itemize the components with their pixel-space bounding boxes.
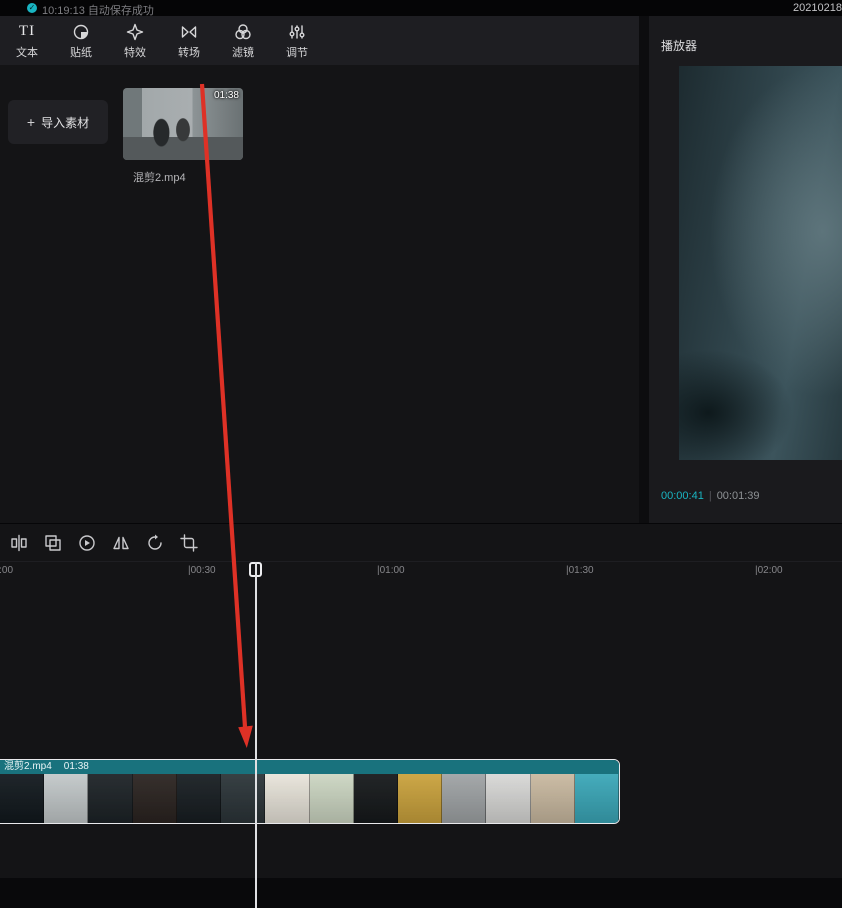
sticker-icon [71,22,91,42]
project-name-text: 20210218 [793,2,842,14]
playhead-line[interactable] [255,562,257,908]
text-icon: TI [19,22,35,42]
timeline-clip-name: 混剪2.mp4 [4,760,52,774]
filmstrip-frame[interactable] [486,774,530,824]
toolbar-item-label: 贴纸 [70,44,92,60]
toolbar-item-label: 文本 [16,44,38,60]
filmstrip-frame[interactable] [575,774,619,824]
filmstrip-frame[interactable] [310,774,354,824]
media-duration-badge: 01:38 [214,90,239,101]
ruler-label: |02:00 [755,565,783,576]
player-video-preview [679,66,842,460]
filmstrip-frame[interactable] [531,774,575,824]
timeline-clip-header: 混剪2.mp4 01:38 [0,760,619,774]
ruler-label: 00:00 [0,565,13,576]
titlebar: ✓ 10:19:13 自动保存成功 20210218 [0,0,842,16]
rotate-icon[interactable] [144,532,166,554]
plus-icon: + [27,114,35,130]
toolbar-item-label: 转场 [178,44,200,60]
freeze-frame-icon[interactable] [42,532,64,554]
timeline-clip[interactable]: 混剪2.mp4 01:38 [0,759,620,824]
ruler-label: |01:00 [377,565,405,576]
player-title: 播放器 [661,37,697,54]
effects-icon [125,22,145,42]
filmstrip-frame[interactable] [354,774,398,824]
toolbar-item-label: 特效 [124,44,146,60]
timeline-panel: 00:00 |00:30 |01:00 |01:30 |02:00 混剪2.mp4 01… [0,523,842,908]
player-current-time: 00:00:41 [661,490,704,502]
filmstrip-frame[interactable] [221,774,265,824]
split-icon[interactable] [8,532,30,554]
crop-icon[interactable] [178,532,200,554]
filmstrip-frame[interactable] [442,774,486,824]
filmstrip-frame[interactable] [265,774,309,824]
top-toolbar: TI 文本 贴纸 特效 [0,16,639,65]
media-filename: 混剪2.mp4 [133,169,186,185]
player-timecode: 00:00:41 | 00:01:39 [661,490,760,502]
filmstrip-frame[interactable] [0,774,44,824]
player-panel: 播放器 00:00:41 | 00:01:39 [649,16,842,523]
media-panel: + 导入素材 01:38 混剪2.mp4 [0,65,639,523]
import-media-label: 导入素材 [41,114,89,131]
toolbar-item-transition[interactable]: 转场 [162,22,216,60]
autosave-status-text: 10:19:13 自动保存成功 [42,2,154,18]
filmstrip-frame[interactable] [177,774,221,824]
media-thumbnail[interactable]: 01:38 [123,88,243,160]
filmstrip-frame[interactable] [44,774,88,824]
mirror-icon[interactable] [110,532,132,554]
timeline-ruler[interactable]: 00:00 |00:30 |01:00 |01:30 |02:00 [0,561,842,578]
adjust-icon [287,22,307,42]
clip-filmstrip [0,774,619,824]
autosave-check-icon: ✓ [27,3,37,13]
timeline-toolbar [8,532,200,554]
toolbar-item-text[interactable]: TI 文本 [0,22,54,60]
filmstrip-frame[interactable] [88,774,132,824]
toolbar-item-label: 滤镜 [232,44,254,60]
timeline-bottom-strip [0,878,842,908]
ruler-label: |00:30 [188,565,216,576]
filmstrip-frame[interactable] [133,774,177,824]
toolbar-item-adjust[interactable]: 调节 [270,22,324,60]
video-editor-app: ✓ 10:19:13 自动保存成功 20210218 TI 文本 贴纸 [0,0,842,908]
toolbar-item-label: 调节 [286,44,308,60]
toolbar-item-sticker[interactable]: 贴纸 [54,22,108,60]
time-separator: | [709,490,712,502]
player-total-time: 00:01:39 [717,490,760,502]
filmstrip-frame[interactable] [398,774,442,824]
transition-icon [179,22,199,42]
import-media-button[interactable]: + 导入素材 [8,100,108,144]
toolbar-item-filter[interactable]: 滤镜 [216,22,270,60]
toolbar-item-effects[interactable]: 特效 [108,22,162,60]
reverse-play-icon[interactable] [76,532,98,554]
timeline-clip-duration: 01:38 [64,760,89,774]
filter-icon [233,22,253,42]
ruler-label: |01:30 [566,565,594,576]
